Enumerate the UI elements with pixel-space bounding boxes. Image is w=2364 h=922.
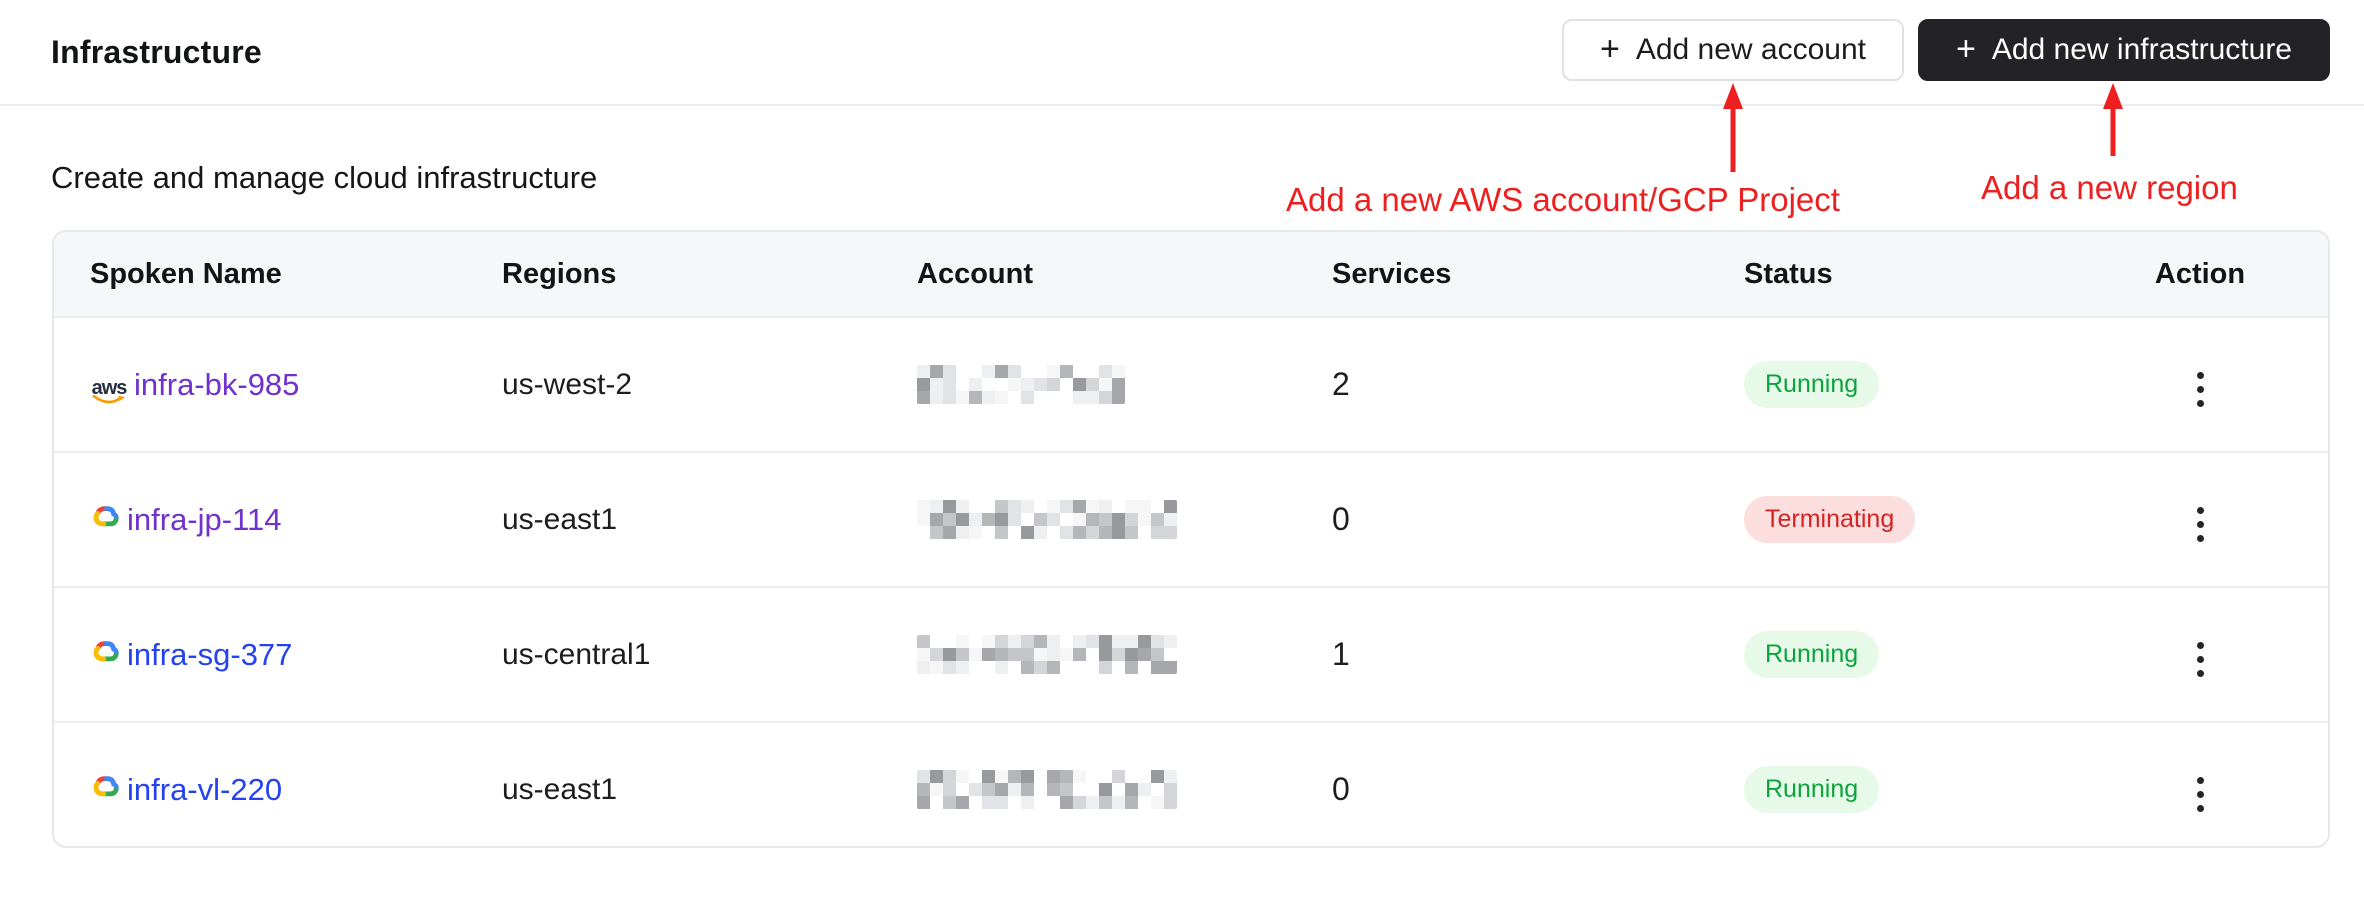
spoken-name-cell: infra-vl-220: [54, 722, 466, 846]
infra-name-label: infra-vl-220: [127, 771, 283, 807]
spoken-name-cell: infra-sg-377: [54, 587, 466, 722]
row-actions-kebab-button[interactable]: [2183, 497, 2218, 552]
annotation-add-region-note: Add a new region: [1981, 169, 2238, 206]
account-redacted-blur: [917, 500, 1177, 539]
gcp-icon: [93, 775, 119, 796]
account-cell: [881, 587, 1296, 722]
provider-icon-slot: aws: [90, 366, 128, 404]
provider-icon-slot: [90, 637, 121, 673]
row-actions-kebab-button[interactable]: [2183, 632, 2218, 687]
kebab-dot: [2196, 669, 2204, 677]
spoken-name-cell: infra-jp-114: [54, 452, 466, 587]
top-bar: Infrastructure + Add new account + Add n…: [0, 0, 2364, 106]
infra-name-label: infra-bk-985: [134, 366, 300, 402]
action-cell: [2128, 317, 2328, 452]
top-bar-actions: + Add new account + Add new infrastructu…: [1561, 19, 2330, 81]
account-cell: [881, 452, 1296, 587]
table-row: infra-vl-220 us-east1 0 Running: [54, 722, 2328, 846]
col-header-status: Status: [1708, 232, 2128, 317]
region-cell: us-west-2: [502, 367, 633, 401]
region-cell: us-east1: [502, 502, 618, 536]
infra-name-link[interactable]: infra-vl-220: [90, 772, 282, 808]
col-header-services: Services: [1296, 232, 1708, 317]
plus-icon: +: [1955, 30, 1976, 68]
col-header-regions: Regions: [466, 232, 881, 317]
services-count-cell: 0: [1332, 771, 1350, 807]
col-header-action: Action: [2128, 232, 2328, 317]
account-redacted-blur: [917, 365, 1125, 404]
table-header-row: Spoken Name Regions Account Services Sta…: [54, 232, 2328, 317]
spoken-name-cell: aws infra-bk-985: [54, 317, 466, 452]
status-badge: Terminating: [1744, 495, 1916, 544]
table-row: infra-jp-114 us-east1 0 Terminating: [54, 452, 2328, 587]
infrastructure-table-card: Spoken Name Regions Account Services Sta…: [52, 230, 2330, 848]
row-actions-kebab-button[interactable]: [2183, 767, 2218, 822]
kebab-dot: [2196, 520, 2204, 528]
annotation-arrow-up-icon: [1723, 83, 1743, 172]
status-badge: Running: [1744, 360, 1880, 409]
row-actions-kebab-button[interactable]: [2183, 362, 2218, 417]
kebab-dot: [2196, 506, 2204, 514]
kebab-dot: [2196, 385, 2204, 393]
col-header-account: Account: [881, 232, 1296, 317]
page-title: Infrastructure: [51, 33, 262, 70]
kebab-dot: [2196, 641, 2204, 649]
status-cell: Running: [1708, 722, 2128, 846]
infrastructure-table-body: aws infra-bk-985 us-west-2 2 Running inf…: [54, 317, 2328, 846]
add-account-button[interactable]: + Add new account: [1561, 19, 1904, 81]
kebab-dot: [2196, 804, 2204, 812]
status-cell: Running: [1708, 587, 2128, 722]
table-row: infra-sg-377 us-central1 1 Running: [54, 587, 2328, 722]
region-cell: us-central1: [502, 637, 651, 671]
infra-name-label: infra-jp-114: [127, 501, 282, 537]
add-infrastructure-button[interactable]: + Add new infrastructure: [1917, 19, 2330, 81]
kebab-dot: [2196, 399, 2204, 407]
kebab-dot: [2196, 371, 2204, 379]
account-cell: [881, 317, 1296, 452]
col-header-spoken-name: Spoken Name: [54, 232, 466, 317]
account-redacted-blur: [917, 770, 1177, 809]
provider-icon-slot: [90, 502, 121, 538]
infrastructure-page: Infrastructure + Add new account + Add n…: [0, 0, 2364, 922]
kebab-dot: [2196, 776, 2204, 784]
kebab-dot: [2196, 655, 2204, 663]
services-count-cell: 0: [1332, 501, 1350, 537]
page-subtitle: Create and manage cloud infrastructure: [51, 160, 598, 195]
infra-name-link[interactable]: aws infra-bk-985: [90, 366, 299, 404]
add-infrastructure-label: Add new infrastructure: [1991, 33, 2292, 66]
infra-name-link[interactable]: infra-jp-114: [90, 502, 282, 538]
account-cell: [881, 722, 1296, 846]
provider-icon-slot: [90, 772, 121, 808]
status-cell: Terminating: [1708, 452, 2128, 587]
services-count-cell: 2: [1332, 366, 1350, 402]
gcp-icon: [93, 505, 119, 526]
action-cell: [2128, 722, 2328, 846]
add-account-label: Add new account: [1635, 33, 1866, 66]
status-badge: Running: [1744, 630, 1880, 679]
kebab-dot: [2196, 790, 2204, 798]
account-redacted-blur: [917, 635, 1177, 674]
status-cell: Running: [1708, 317, 2128, 452]
kebab-dot: [2196, 534, 2204, 542]
infrastructure-table: Spoken Name Regions Account Services Sta…: [54, 232, 2328, 846]
services-count-cell: 1: [1332, 636, 1350, 672]
action-cell: [2128, 452, 2328, 587]
action-cell: [2128, 587, 2328, 722]
table-row: aws infra-bk-985 us-west-2 2 Running: [54, 317, 2328, 452]
infra-name-label: infra-sg-377: [127, 636, 293, 672]
gcp-icon: [93, 640, 119, 661]
plus-icon: +: [1599, 30, 1620, 68]
annotation-add-account-note: Add a new AWS account/GCP Project: [1286, 181, 1840, 218]
aws-icon: aws: [90, 378, 128, 404]
region-cell: us-east1: [502, 772, 618, 806]
status-badge: Running: [1744, 765, 1880, 814]
annotation-arrow-up-icon: [2103, 83, 2123, 156]
infra-name-link[interactable]: infra-sg-377: [90, 637, 292, 673]
